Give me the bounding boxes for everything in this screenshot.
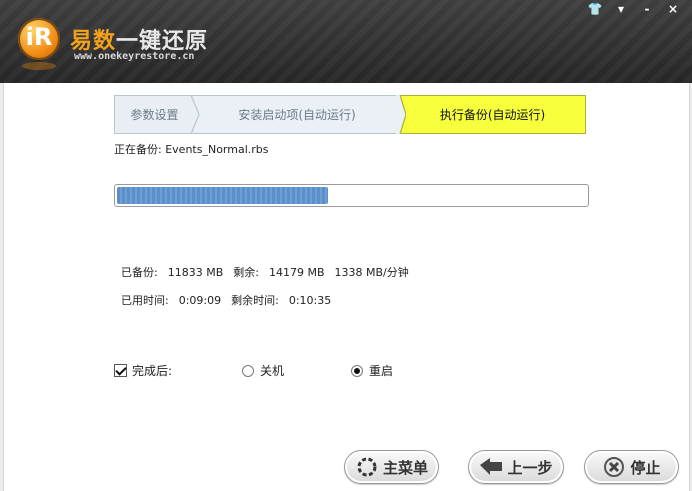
previous-step-label: 上一步 [507,458,553,477]
skin-icon[interactable]: 👕 [584,2,606,16]
backed-up-value: 11833 MB [167,266,224,279]
shutdown-radio[interactable] [242,364,254,377]
current-file-name: Events_Normal.rbs [165,143,269,156]
logo-icon: iR [18,18,60,60]
backed-up-label: 已备份: [121,266,158,279]
home-menu-icon [355,455,379,479]
remaining-size-label: 剩余: [233,266,259,279]
remaining-time-value: 0:10:35 [288,294,332,307]
after-completion-label: 完成后: [132,364,173,378]
back-arrow-icon [479,455,503,479]
backup-speed: 1338 MB/分钟 [334,266,409,279]
previous-step-button[interactable]: 上一步 [468,450,564,484]
stop-icon [602,455,626,479]
main-menu-button[interactable]: 主菜单 [344,450,439,484]
window-controls: 👕 ▾ - × [584,2,684,16]
restart-label: 重启 [369,364,394,378]
backup-progress-bar [114,184,589,207]
step-bar: 参数设置 安装启动项(自动运行) 执行备份(自动运行) [114,95,586,134]
progress-fill [117,187,329,204]
step-install-boot: 安装启动项(自动运行) [194,95,400,134]
stop-button[interactable]: 停止 [584,450,679,484]
close-icon[interactable]: × [662,2,684,16]
app-url: www.onekeyrestore.cn [74,51,195,62]
window-border-left [0,83,4,491]
elapsed-time-label: 已用时间: [121,294,169,307]
backup-size-stats: 已备份: 11833 MB 剩余: 14179 MB 1338 MB/分钟 [114,251,419,280]
title-bar: iR 易数一键还原 www.onekeyrestore.cn 👕 ▾ - × [0,0,692,83]
remaining-time-label: 剩余时间: [231,294,279,307]
remaining-size-value: 14179 MB [268,266,325,279]
after-completion-checkbox[interactable] [114,364,127,377]
shutdown-option[interactable]: 关机 [242,362,284,379]
after-completion-option[interactable]: 完成后: [114,362,172,379]
restart-radio[interactable] [351,364,363,377]
stop-label: 停止 [630,458,661,477]
logo-reflection [22,62,56,70]
shutdown-label: 关机 [260,364,285,378]
step-separator-icon [190,95,200,134]
step-parameters: 参数设置 [114,95,194,134]
current-file-label: 正在备份: [114,143,162,156]
elapsed-time-value: 0:09:09 [178,294,222,307]
backup-time-stats: 已用时间: 0:09:09 剩余时间: 0:10:35 [114,279,341,308]
step-separator-icon [396,95,406,134]
current-file-status: 正在备份: Events_Normal.rbs [114,141,269,157]
step-execute-backup: 执行备份(自动运行) [400,95,586,134]
main-menu-label: 主菜单 [382,458,428,477]
restart-option[interactable]: 重启 [351,362,393,379]
menu-icon[interactable]: ▾ [610,2,632,16]
minimize-icon[interactable]: - [636,2,658,16]
